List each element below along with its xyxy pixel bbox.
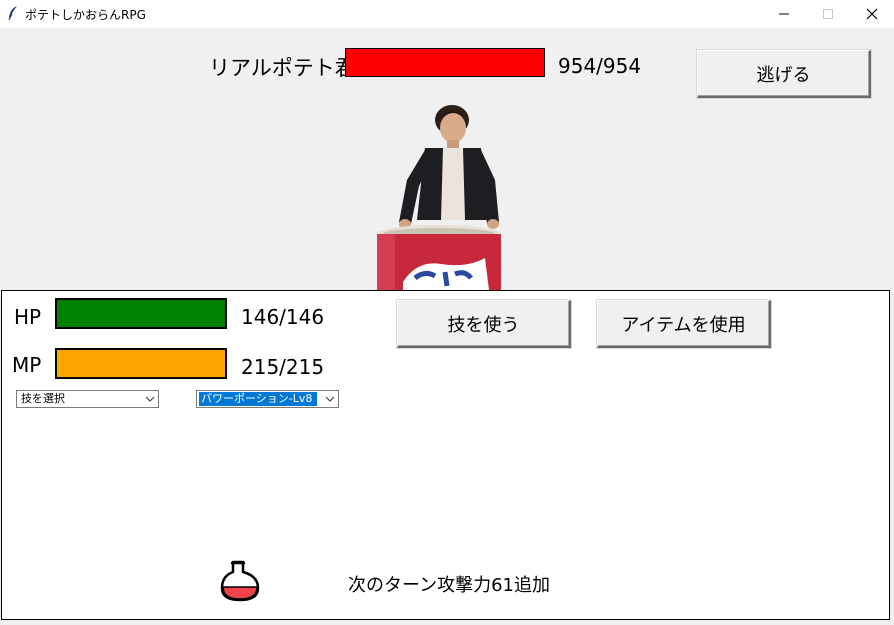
- battle-message: 次のターン攻撃力61追加: [348, 575, 551, 596]
- skill-select-value: 技を選択: [21, 392, 65, 405]
- mp-label: MP: [12, 353, 42, 377]
- hp-bar: [55, 298, 227, 329]
- title-bar: ポテトしかおらんRPG: [0, 0, 894, 28]
- close-button[interactable]: [850, 0, 894, 28]
- maximize-button[interactable]: [806, 0, 850, 28]
- mp-bar: [55, 348, 227, 379]
- window-title: ポテトしかおらんRPG: [25, 8, 146, 22]
- minimize-button[interactable]: [762, 0, 806, 28]
- chevron-down-icon: [325, 394, 335, 404]
- chevron-down-icon: [145, 394, 155, 404]
- enemy-image: [377, 105, 501, 290]
- hp-value: 146/146: [241, 305, 325, 329]
- escape-button[interactable]: 逃げる: [697, 50, 871, 98]
- potion-icon: [220, 560, 260, 602]
- use-skill-button[interactable]: 技を使う: [397, 300, 571, 348]
- enemy-hp-bar: [345, 48, 545, 77]
- hp-label: HP: [14, 305, 42, 329]
- item-select[interactable]: パワーポーション-Lv8: [196, 390, 339, 408]
- enemy-hp-value: 954/954: [558, 54, 642, 78]
- enemy-name: リアルポテト君: [209, 56, 356, 80]
- mp-value: 215/215: [241, 355, 325, 379]
- item-select-value: パワーポーション-Lv8: [199, 392, 317, 406]
- game-window: ポテトしかおらんRPG リアルポテト君 954/954 逃げる HP 146/1…: [0, 0, 894, 625]
- feather-icon: [6, 5, 20, 21]
- use-item-button[interactable]: アイテムを使用: [597, 300, 771, 348]
- skill-select[interactable]: 技を選択: [16, 390, 159, 408]
